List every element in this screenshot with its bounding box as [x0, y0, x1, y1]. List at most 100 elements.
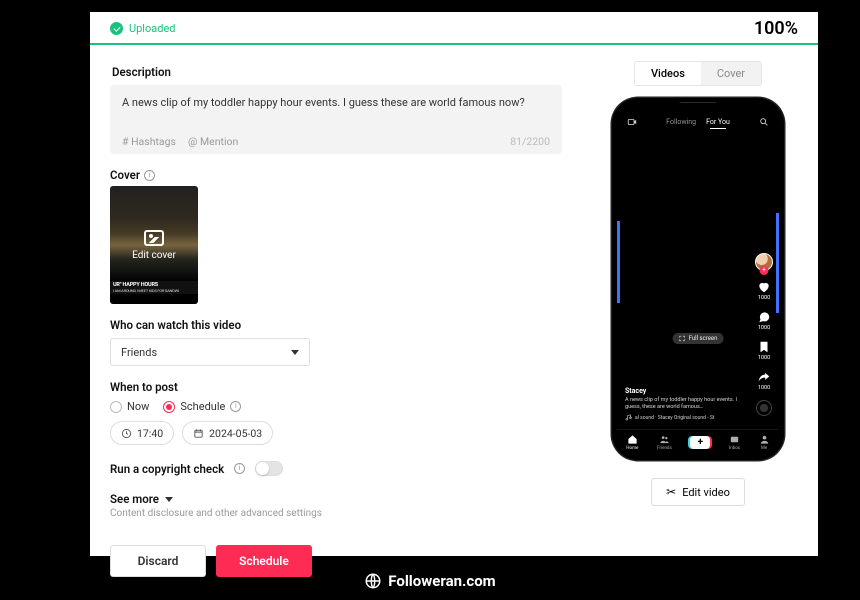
upload-progress-bar [90, 43, 818, 45]
nav-inbox-label: Inbox [729, 446, 740, 451]
schedule-date-value: 2024-05-03 [209, 427, 262, 440]
share-count: 1000 [758, 385, 770, 391]
when-to-post-label: When to post [110, 380, 562, 394]
upload-status-row: Uploaded 100% [90, 12, 818, 43]
bottom-nav: Home Friends Inbox Me [617, 429, 779, 455]
when-schedule-radio[interactable]: Schedule i [163, 400, 241, 413]
nav-me-label: Me [761, 446, 767, 451]
chevron-down-icon [291, 350, 299, 355]
preview-sound[interactable]: al sound · Stacey Original sound - St [625, 414, 745, 421]
home-icon [627, 434, 638, 445]
bookmark-icon [757, 340, 771, 354]
feed-topbar: Following For You [617, 117, 779, 127]
comment-count: 1000 [758, 325, 770, 331]
calendar-icon [193, 428, 204, 439]
like-button[interactable]: 1000 [757, 280, 771, 301]
share-icon [757, 370, 771, 384]
description-input[interactable]: A news clip of my toddler happy hour eve… [110, 85, 562, 154]
phone-screen: Following For You Full screen [617, 103, 779, 455]
nav-friends[interactable]: Friends [657, 434, 672, 451]
info-icon[interactable]: i [144, 170, 155, 181]
profile-icon [759, 434, 770, 445]
feed-tab-foryou[interactable]: For You [706, 118, 730, 126]
cover-label: Cover [110, 168, 140, 182]
clock-icon [121, 428, 132, 439]
footer-brand-text: Followeran.com [388, 572, 495, 590]
live-icon [627, 117, 637, 127]
preview-crop-left [617, 221, 620, 303]
cover-thumbnail[interactable]: Edit cover UR" HAPPY HOURS I AM AROUND I… [110, 186, 198, 304]
cover-chyron-line2: I AM AROUND I MEET KIDS FOR SANDWI [113, 288, 195, 293]
nav-home[interactable]: Home [626, 434, 638, 451]
see-more-toggle[interactable]: See more [110, 492, 562, 506]
nav-friends-label: Friends [657, 446, 672, 451]
when-schedule-label: Schedule [180, 400, 225, 413]
cover-chyron: UR" HAPPY HOURS I AM AROUND I MEET KIDS … [110, 281, 198, 294]
check-icon [110, 22, 123, 35]
preview-caption: A news clip of my toddler happy hour eve… [625, 397, 745, 411]
scissors-icon: ✂ [666, 485, 676, 499]
fullscreen-button[interactable]: Full screen [673, 333, 724, 344]
phone-preview: Following For You Full screen [612, 98, 784, 460]
schedule-label: Schedule [239, 554, 289, 568]
upload-card: Uploaded 100% Description A news clip of… [90, 12, 818, 556]
friends-icon [659, 434, 670, 445]
fullscreen-label: Full screen [689, 335, 718, 342]
hashtags-button[interactable]: # Hashtags [122, 135, 176, 148]
edit-video-button[interactable]: ✂ Edit video [651, 478, 745, 506]
inbox-icon [729, 434, 740, 445]
copyright-toggle[interactable] [255, 461, 283, 476]
heart-icon [757, 280, 771, 294]
chevron-down-icon [165, 497, 173, 502]
sound-disc-icon[interactable] [756, 400, 772, 416]
upload-percent: 100% [754, 18, 798, 39]
nav-create[interactable] [690, 436, 710, 449]
description-counter: 81/2200 [510, 135, 550, 148]
description-label: Description [112, 65, 562, 79]
nav-me[interactable]: Me [759, 434, 770, 451]
preview-username[interactable]: Stacey [625, 387, 745, 395]
when-now-label: Now [127, 400, 149, 413]
share-button[interactable]: 1000 [757, 370, 771, 391]
privacy-select[interactable]: Friends [110, 338, 310, 366]
music-note-icon [625, 414, 632, 421]
when-now-radio[interactable]: Now [110, 400, 149, 413]
schedule-time-input[interactable]: 17:40 [110, 421, 174, 445]
nav-inbox[interactable]: Inbox [729, 434, 740, 451]
copyright-label: Run a copyright check [110, 462, 224, 476]
save-button[interactable]: 1000 [757, 340, 771, 361]
globe-icon [364, 572, 382, 590]
search-icon[interactable] [759, 117, 769, 127]
feed-tab-following[interactable]: Following [666, 118, 696, 126]
comment-icon [757, 310, 771, 324]
nav-home-label: Home [626, 446, 638, 451]
video-caption-area: Stacey A news clip of my toddler happy h… [625, 387, 745, 421]
preview-sound-text: al sound · Stacey Original sound - St [635, 415, 714, 421]
see-more-subtext: Content disclosure and other advanced se… [110, 508, 562, 519]
save-count: 1000 [758, 355, 770, 361]
action-rail: 1000 1000 1000 1000 [755, 253, 773, 416]
preview-crop-right [776, 213, 779, 313]
description-text: A news clip of my toddler happy hour eve… [122, 95, 550, 121]
fullscreen-icon [679, 335, 686, 342]
privacy-label: Who can watch this video [110, 318, 562, 332]
radio-icon [163, 401, 175, 413]
footer-brand: Followeran.com [0, 572, 860, 590]
discard-label: Discard [138, 554, 179, 568]
tab-cover[interactable]: Cover [701, 62, 761, 85]
comment-button[interactable]: 1000 [757, 310, 771, 331]
tab-videos[interactable]: Videos [635, 62, 701, 85]
schedule-time-value: 17:40 [137, 427, 163, 440]
mention-button[interactable]: @ Mention [188, 135, 238, 148]
privacy-selected: Friends [121, 346, 157, 359]
edit-cover-label: Edit cover [132, 250, 176, 261]
radio-icon [110, 401, 122, 413]
schedule-date-input[interactable]: 2024-05-03 [182, 421, 273, 445]
info-icon[interactable]: i [230, 401, 241, 412]
image-icon [144, 230, 164, 246]
info-icon[interactable]: i [234, 463, 245, 474]
edit-video-label: Edit video [682, 486, 730, 499]
upload-status-text: Uploaded [129, 22, 175, 35]
avatar[interactable] [755, 253, 773, 271]
like-count: 1000 [758, 295, 770, 301]
